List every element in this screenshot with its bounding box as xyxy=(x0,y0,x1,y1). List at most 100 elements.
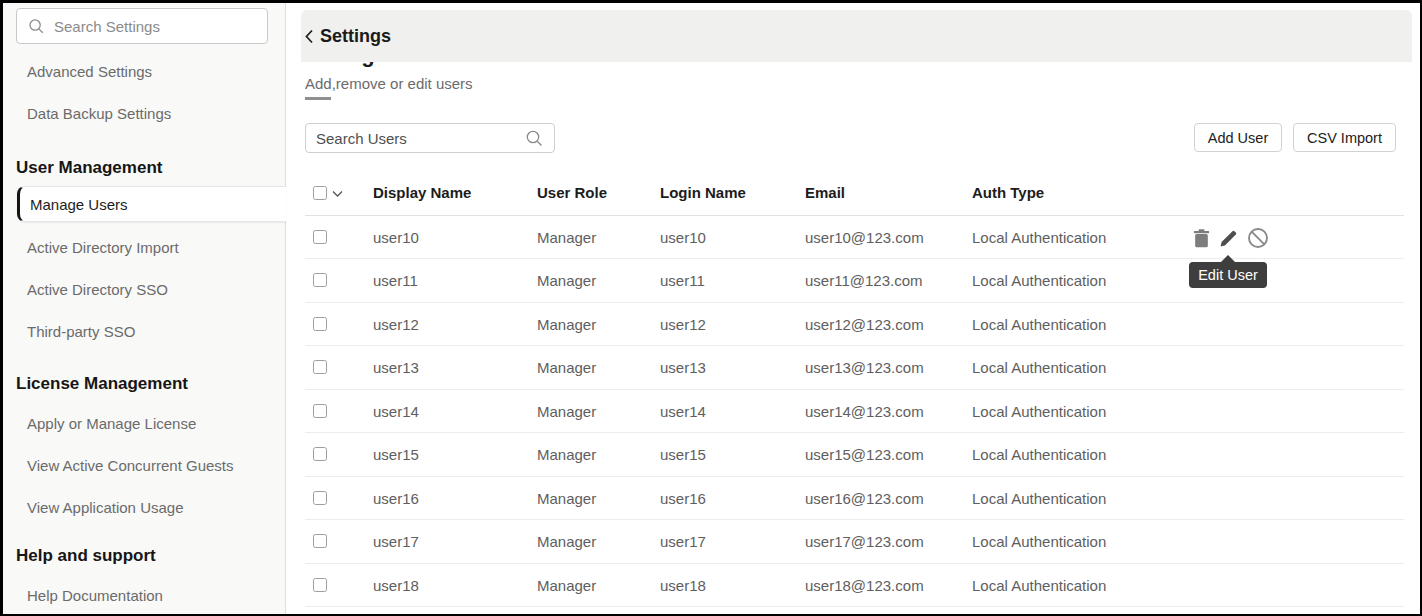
sidebar-item-manage-users[interactable]: Manage Users xyxy=(17,186,286,222)
col-user-role: User Role xyxy=(537,184,607,201)
cell-login-name: user11 xyxy=(660,272,705,289)
cell-display-name: user18 xyxy=(373,577,419,594)
row-checkbox[interactable] xyxy=(313,230,327,244)
cell-user-role: Manager xyxy=(537,316,596,333)
table-row-user16[interactable]: user16Manageruser16user16@123.comLocal A… xyxy=(305,477,1404,521)
cell-email: user12@123.com xyxy=(805,316,924,333)
cell-email: user10@123.com xyxy=(805,229,924,246)
delete-user-icon[interactable] xyxy=(1193,229,1210,248)
cell-display-name: user13 xyxy=(373,359,419,376)
sidebar: Search Settings Advanced SettingsData Ba… xyxy=(3,3,286,614)
row-checkbox[interactable] xyxy=(313,273,327,287)
cell-auth-type: Local Authentication xyxy=(972,272,1106,289)
cell-display-name: user16 xyxy=(373,490,419,507)
cell-display-name: user15 xyxy=(373,446,419,463)
table-row-user13[interactable]: user13 Manager user13 user13@123.com Local A… xyxy=(305,346,1404,390)
cell-auth-type: Local Authentication xyxy=(972,490,1106,507)
sidebar-item-view-application-usage[interactable]: View Application Usage xyxy=(3,486,285,528)
table-row-user12[interactable]: user12 Manager user12 user12@123.com Local A… xyxy=(305,303,1404,347)
tooltip-text: Edit User xyxy=(1198,267,1258,283)
cell-display-name: user14 xyxy=(373,403,419,420)
search-icon xyxy=(524,128,544,148)
cell-user-role: Manager xyxy=(537,533,596,550)
row-checkbox[interactable] xyxy=(313,534,327,548)
col-login-name: Login Name xyxy=(660,184,746,201)
cell-display-name: user12 xyxy=(373,316,419,333)
cell-login-name: user10 xyxy=(660,229,706,246)
sidebar-item-active-directory-import[interactable]: Active Directory Import xyxy=(3,226,285,268)
sidebar-item-data-backup-settings[interactable]: Data Backup Settings xyxy=(3,92,285,134)
cell-auth-type: Local Authentication xyxy=(972,359,1106,376)
cell-email: user11@123.com xyxy=(805,272,923,289)
row-checkbox[interactable] xyxy=(313,317,327,331)
csv-import-button[interactable]: CSV Import xyxy=(1293,123,1396,152)
row-checkbox[interactable] xyxy=(313,491,327,505)
cell-email: user18@123.com xyxy=(805,577,924,594)
sidebar-section-license-management: License Management xyxy=(3,372,285,396)
chevron-down-icon[interactable] xyxy=(332,190,343,198)
cell-user-role: Manager xyxy=(537,403,596,420)
add-user-button[interactable]: Add User xyxy=(1194,123,1282,152)
sidebar-item-advanced-settings[interactable]: Advanced Settings xyxy=(3,50,285,92)
table-header: Display Name User Role Login Name Email … xyxy=(305,175,1404,216)
settings-window: Search Settings Advanced SettingsData Ba… xyxy=(0,0,1422,616)
cell-login-name: user12 xyxy=(660,316,706,333)
cell-email: user13@123.com xyxy=(805,359,924,376)
table-row-user14[interactable]: user14 Manager user14 user14@123.com Local A… xyxy=(305,390,1404,434)
cell-display-name: user17 xyxy=(373,533,419,550)
cell-email: user16@123.com xyxy=(805,490,924,507)
main-panel: Manage Users Settings Add,remove or edit… xyxy=(286,3,1420,614)
table-row-user18[interactable]: user18Manageruser18user18@123.comLocal A… xyxy=(305,564,1404,608)
disable-user-icon[interactable] xyxy=(1247,227,1269,249)
page-subtitle: Add,remove or edit users xyxy=(305,75,473,92)
user-search-placeholder: Search Users xyxy=(316,130,524,147)
back-to-settings[interactable]: Settings xyxy=(301,10,1412,62)
cell-login-name: user18 xyxy=(660,577,706,594)
cell-auth-type: Local Authentication xyxy=(972,229,1106,246)
row-checkbox[interactable] xyxy=(313,447,327,461)
sidebar-item-apply-or-manage-license[interactable]: Apply or Manage License xyxy=(3,402,285,444)
col-email: Email xyxy=(805,184,845,201)
sidebar-item-active-directory-sso[interactable]: Active Directory SSO xyxy=(3,268,285,310)
edit-user-icon[interactable] xyxy=(1218,228,1239,249)
sidebar-item-view-active-concurrent-guests[interactable]: View Active Concurrent Guests xyxy=(3,444,285,486)
cell-email: user17@123.com xyxy=(805,533,924,550)
row-checkbox[interactable] xyxy=(313,404,327,418)
cell-auth-type: Local Authentication xyxy=(972,403,1106,420)
cell-auth-type: Local Authentication xyxy=(972,316,1106,333)
cell-login-name: user17 xyxy=(660,533,706,550)
edit-user-tooltip: Edit User xyxy=(1189,262,1267,288)
select-all-checkbox[interactable] xyxy=(313,186,327,200)
row-actions xyxy=(1193,227,1269,249)
sidebar-item-help-documentation[interactable]: Help Documentation xyxy=(3,574,285,616)
cell-user-role: Manager xyxy=(537,577,596,594)
sidebar-nav: Advanced SettingsData Backup Settings Use… xyxy=(3,50,285,616)
sidebar-section-user-management: User Management xyxy=(3,156,285,180)
table-row-user17[interactable]: user17 Manager user17 user17@123.com Local A… xyxy=(305,520,1404,564)
table-row-user15[interactable]: user15Manageruser15user15@123.comLocal A… xyxy=(305,433,1404,477)
cell-user-role: Manager xyxy=(537,229,596,246)
cell-email: user14@123.com xyxy=(805,403,924,420)
cell-display-name: user10 xyxy=(373,229,419,246)
cell-auth-type: Local Authentication xyxy=(972,533,1106,550)
settings-back-label: Settings xyxy=(320,26,391,47)
search-icon xyxy=(27,17,45,35)
cell-email: user15@123.com xyxy=(805,446,924,463)
cell-login-name: user16 xyxy=(660,490,706,507)
cell-display-name: user11 xyxy=(373,272,418,289)
sidebar-item-third-party-sso[interactable]: Third-party SSO xyxy=(3,310,285,352)
cell-login-name: user13 xyxy=(660,359,706,376)
col-auth-type: Auth Type xyxy=(972,184,1044,201)
cell-user-role: Manager xyxy=(537,272,596,289)
cell-user-role: Manager xyxy=(537,446,596,463)
cell-auth-type: Local Authentication xyxy=(972,446,1106,463)
sidebar-section-help-and-support: Help and support xyxy=(3,544,285,568)
cell-login-name: user14 xyxy=(660,403,706,420)
row-checkbox[interactable] xyxy=(313,578,327,592)
cell-user-role: Manager xyxy=(537,359,596,376)
col-display-name: Display Name xyxy=(373,184,471,201)
row-checkbox[interactable] xyxy=(313,360,327,374)
chevron-left-icon xyxy=(304,29,314,44)
user-search-input[interactable]: Search Users xyxy=(305,123,555,153)
settings-search-input[interactable]: Search Settings xyxy=(16,8,268,44)
